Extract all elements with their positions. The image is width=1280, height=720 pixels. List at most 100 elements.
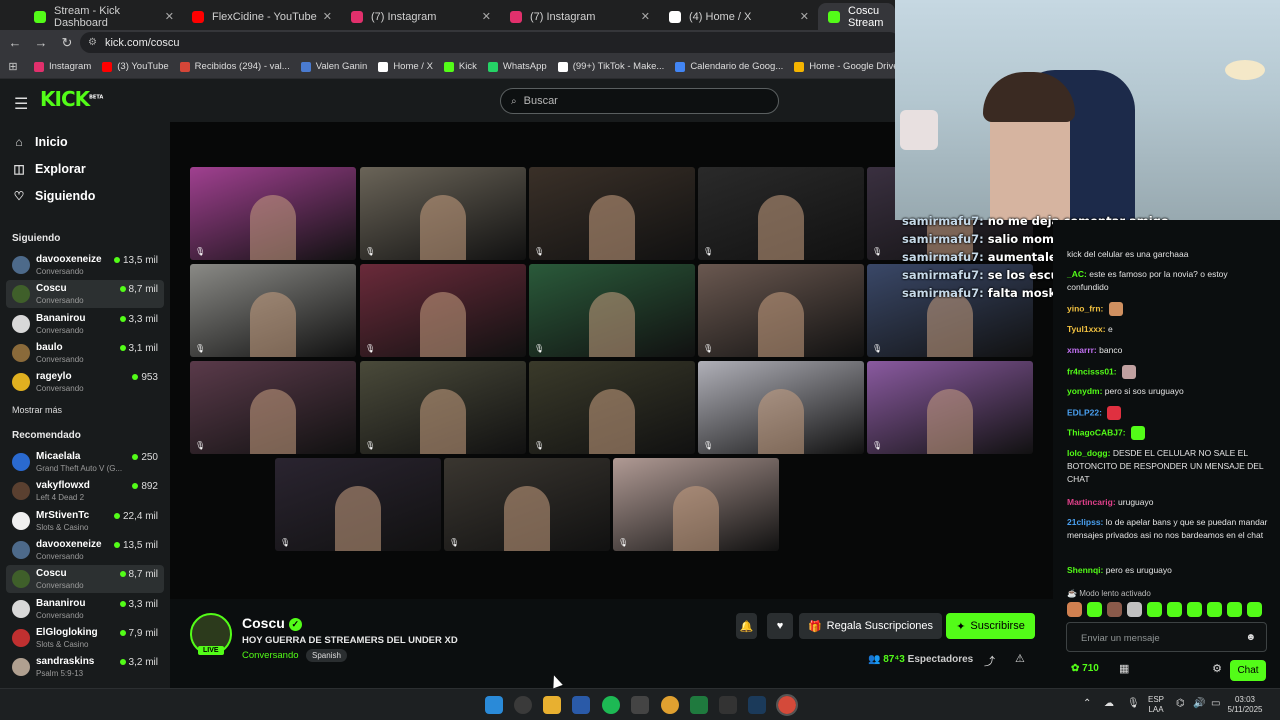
close-icon[interactable]: ✕ [482,10,491,23]
quick-emote-icon[interactable] [1187,602,1202,617]
chat-username[interactable]: Shennqi: [1067,565,1103,575]
participant-video[interactable]: 🎙 [698,167,864,260]
volume-icon[interactable]: 🔊 [1193,699,1205,709]
report-icon[interactable]: ⚠ [1015,652,1025,665]
site-info-icon[interactable]: ⚙ [88,37,97,48]
search-taskbar-icon[interactable] [514,696,532,714]
bookmark-item[interactable]: Instagram [34,61,91,72]
chat-settings-icon[interactable]: ⚙ [1212,662,1222,675]
bookmark-item[interactable]: Valen Ganin [300,61,367,72]
cloud-icon[interactable]: ☁ [1104,699,1114,709]
quick-emote-icon[interactable] [1107,602,1122,617]
chat-username[interactable]: fr4ncisss01: [1067,366,1117,376]
chat-username[interactable]: lolo_dogg: [1067,448,1110,458]
participant-video[interactable]: 🎙 [190,361,356,454]
sidebar-channel[interactable]: davooxeneize Conversando 13,5 mil [6,536,164,564]
share-icon[interactable]: ⤴ [984,653,995,669]
clock[interactable]: 03:03 5/11/2025 [1226,695,1264,715]
quick-emote-icon[interactable] [1147,602,1162,617]
chat-username[interactable]: yonydm: [1067,386,1102,396]
chrome-active-icon[interactable] [776,694,798,716]
sidebar-channel[interactable]: sandraskins Psalm 5:9-13 3,2 mil [6,653,164,681]
store-taskbar-icon[interactable] [572,696,590,714]
chat-input[interactable]: Enviar un mensaje ☻ [1066,622,1267,652]
participant-video[interactable]: 🎙 [529,167,695,260]
quick-emote-icon[interactable] [1127,602,1142,617]
chat-username[interactable]: Martincarig: [1067,497,1116,507]
language-tag[interactable]: Spanish [306,649,347,662]
channel-points[interactable]: ✿ 710 [1071,663,1099,674]
apps-grid-icon[interactable]: ⊞ [0,60,26,73]
bookmark-item[interactable]: Recibidos (294) - val... [179,61,290,72]
emoji-icon[interactable]: ☻ [1245,632,1256,643]
network-icon[interactable]: ⌬ [1176,699,1185,709]
participant-video[interactable]: 🎙 [190,264,356,357]
browser-tab[interactable]: FlexCidine - YouTube ✕ [182,3,340,30]
sidebar-channel[interactable]: baulo Conversando 3,1 mil [6,339,164,367]
chat-username[interactable]: _AC: [1067,269,1087,279]
close-icon[interactable]: ✕ [800,10,809,23]
bookmark-item[interactable]: Home - Google Drive [794,61,899,72]
participant-video[interactable]: 🎙 [360,264,526,357]
bookmark-item[interactable]: Kick [443,61,477,72]
participant-video[interactable]: 🎙 [529,264,695,357]
reload-icon[interactable]: ↻ [56,35,78,51]
tray-chevron-icon[interactable]: ⌃ [1083,699,1091,709]
participant-video[interactable]: 🎙 [529,361,695,454]
quick-emote-icon[interactable] [1167,602,1182,617]
spotify-icon[interactable] [602,696,620,714]
quick-emote-icon[interactable] [1247,602,1262,617]
windows-start-icon[interactable] [485,696,503,714]
sidebar-channel[interactable]: Bananirou Conversando 3,3 mil [6,310,164,338]
participant-video[interactable]: 🎙 [360,167,526,260]
chat-username[interactable]: xmarrr: [1067,345,1097,355]
sidebar-nav-siguiendo[interactable]: ♡ Siguiendo [12,189,96,203]
sidebar-channel[interactable]: ElGlogloking Slots & Casino 7,9 mil [6,624,164,652]
quick-emote-icon[interactable] [1227,602,1242,617]
kick-logo[interactable]: KICKBETA [40,87,103,111]
sidebar-channel[interactable]: davooxeneize Conversando 13,5 mil [6,251,164,279]
participant-video[interactable]: 🎙 [275,458,441,551]
back-icon[interactable]: ← [4,35,26,50]
chat-username[interactable]: EDLP22: [1067,407,1102,417]
sidebar-channel[interactable]: MrStivenTc Slots & Casino 22,4 mil [6,507,164,535]
participant-video[interactable]: 🎙 [613,458,779,551]
close-icon[interactable]: ✕ [165,10,174,23]
mic-icon[interactable]: 🎙 [1127,699,1140,709]
participant-video[interactable]: 🎙 [698,264,864,357]
browser-tab[interactable]: (7) Instagram ✕ [500,3,658,30]
sidebar-channel[interactable]: Coscu Conversando 8,7 mil [6,565,164,594]
streamer-name[interactable]: Coscu ✓ [242,615,302,631]
bookmark-item[interactable]: Home / X [378,61,433,72]
participant-video[interactable]: 🎙 [360,361,526,454]
chat-username[interactable]: 21clipss: [1067,517,1103,527]
excel-icon[interactable] [690,696,708,714]
bookmark-item[interactable]: WhatsApp [487,61,547,72]
sidebar-nav-inicio[interactable]: ⌂ Inicio [12,135,67,149]
bookmark-item[interactable]: (3) YouTube [102,61,169,72]
close-icon[interactable]: ✕ [641,10,650,23]
notification-bell-button[interactable]: 🔔 [736,613,757,639]
quick-emote-icon[interactable] [1207,602,1222,617]
follow-heart-button[interactable]: ♥ [767,613,793,639]
sidebar-channel[interactable]: vakyflowxd Left 4 Dead 2 892 [6,477,164,505]
subscribe-button[interactable]: ✦ Suscribirse [946,613,1035,639]
show-more-link[interactable]: Mostrar más [12,405,62,415]
sidebar-channel[interactable]: Micaelala Grand Theft Auto V (G... 250 [6,448,164,476]
bookmark-item[interactable]: (99+) TikTok - Make... [557,61,664,72]
participant-video[interactable]: 🎙 [190,167,356,260]
stream-category[interactable]: Conversando [242,650,299,661]
quick-emote-icon[interactable] [1067,602,1082,617]
sidebar-nav-explorar[interactable]: ◫ Explorar [12,162,85,176]
sidebar-channel[interactable]: Bananirou Conversando 3,3 mil [6,595,164,623]
participant-video[interactable]: 🎙 [867,361,1033,454]
epic-games-icon[interactable] [719,696,737,714]
url-input[interactable]: ⚙ kick.com/coscu [80,32,900,53]
bookmark-item[interactable]: Calendario de Goog... [675,61,783,72]
sidebar-channel[interactable]: rageylo Conversando 953 [6,368,164,396]
chrome-icon[interactable] [661,696,679,714]
chat-username[interactable]: yino_frn: [1067,303,1103,313]
steam-icon[interactable] [748,696,766,714]
store-icon[interactable]: ▦ [1119,662,1129,675]
menu-icon[interactable]: ☰ [14,94,28,114]
